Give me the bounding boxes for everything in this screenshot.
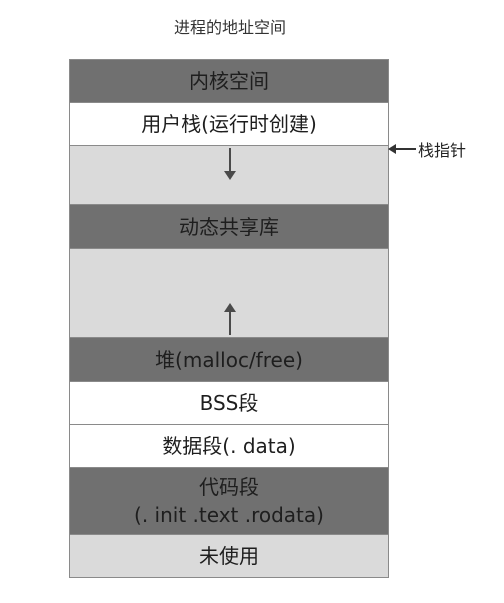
stack-pointer-annotation: 栈指针 xyxy=(388,137,467,161)
segment-heap: 堆(malloc/free) xyxy=(69,338,389,382)
segment-kernel-space: 内核空间 xyxy=(69,59,389,103)
segment-bss: BSS段 xyxy=(69,382,389,425)
segment-label: 堆(malloc/free) xyxy=(155,347,303,372)
stack-pointer-label: 栈指针 xyxy=(418,141,467,160)
segment-label: 未使用 xyxy=(199,544,259,568)
segment-code: 代码段 (. init .text .rodata) xyxy=(69,468,389,535)
segment-heap-growth-gap xyxy=(69,249,389,338)
segment-data: 数据段(. data) xyxy=(69,425,389,468)
segment-label: 数据段(. data) xyxy=(162,434,296,458)
segment-label: BSS段 xyxy=(199,391,259,415)
segment-stack-growth-gap xyxy=(69,146,389,205)
diagram-title: 进程的地址空间 xyxy=(173,18,286,37)
segment-sublabel: (. init .text .rodata) xyxy=(134,503,324,527)
address-space-stack: 内核空间 用户栈(运行时创建) 动态共享库 堆(malloc/free) BSS… xyxy=(69,59,389,578)
segment-label: 动态共享库 xyxy=(179,214,279,239)
segment-unused: 未使用 xyxy=(69,535,389,578)
segment-label: 用户栈(运行时创建) xyxy=(141,112,317,136)
up-arrow-icon xyxy=(224,303,236,335)
segment-label: 代码段 xyxy=(199,475,259,499)
down-arrow-icon xyxy=(224,148,236,180)
segment-user-stack: 用户栈(运行时创建) xyxy=(69,103,389,146)
segment-shared-libraries: 动态共享库 xyxy=(69,205,389,249)
left-arrow-icon xyxy=(388,144,416,154)
segment-label: 内核空间 xyxy=(189,69,269,93)
